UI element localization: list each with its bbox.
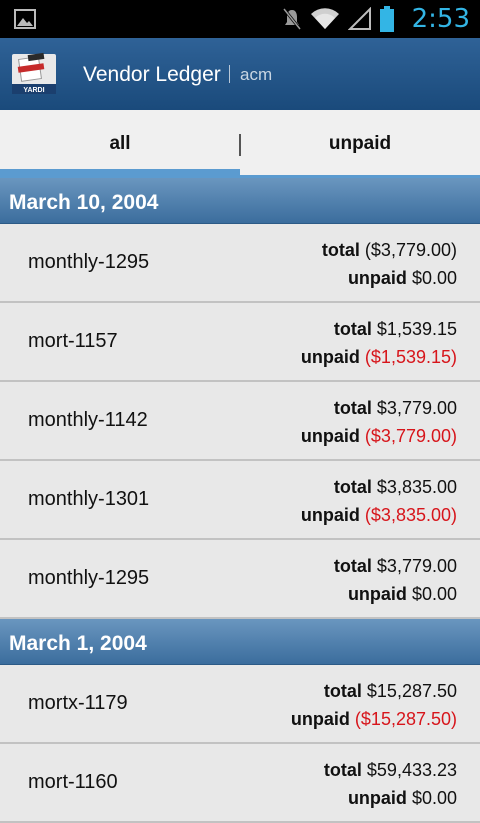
unpaid-label: unpaid: [290, 709, 350, 729]
item-name: monthly-1295: [28, 251, 150, 273]
item-amounts: total $3,835.00 unpaid ($3,835.00): [301, 473, 457, 529]
total-label: total: [323, 760, 362, 780]
total-value: ($3,779.00): [364, 240, 457, 260]
total-value: $1,539.15: [376, 319, 457, 339]
total-value: $15,287.50: [366, 681, 457, 701]
total-label: total: [333, 319, 372, 339]
item-amounts: total $3,779.00 unpaid ($3,779.00): [301, 394, 457, 450]
list-item[interactable]: mort-1160 total $59,433.23 unpaid $0.00: [0, 744, 480, 823]
unpaid-value: ($3,779.00): [364, 426, 457, 446]
unpaid-label: unpaid: [300, 505, 360, 525]
section-header: March 10, 2004: [0, 178, 480, 224]
total-value: $3,779.00: [376, 398, 457, 418]
unpaid-label: unpaid: [347, 788, 407, 808]
list-item[interactable]: mortx-1179 total $15,287.50 unpaid ($15,…: [0, 665, 480, 744]
tab-bar: all unpaid: [0, 110, 480, 178]
unpaid-value: $0.00: [411, 788, 457, 808]
unpaid-value: ($3,835.00): [364, 505, 457, 525]
signal-icon: [348, 7, 371, 30]
item-amounts: total $15,287.50 unpaid ($15,287.50): [291, 677, 457, 733]
tab-indicator-selected: [0, 169, 240, 178]
title-separator: [229, 65, 230, 83]
status-bar: 2:53: [0, 0, 480, 38]
list-item[interactable]: mort-1157 total $1,539.15 unpaid ($1,539…: [0, 303, 480, 382]
total-label: total: [321, 240, 360, 260]
list-item[interactable]: monthly-1295 total $3,779.00 unpaid $0.0…: [0, 540, 480, 619]
total-value: $3,779.00: [376, 556, 457, 576]
item-amounts: total ($3,779.00) unpaid $0.00: [322, 236, 457, 292]
item-name: mortx-1179: [28, 692, 128, 714]
total-label: total: [323, 681, 362, 701]
item-amounts: total $59,433.23 unpaid $0.00: [324, 756, 457, 812]
app-title: Vendor Ledger: [83, 63, 221, 86]
item-amounts: total $1,539.15 unpaid ($1,539.15): [301, 315, 457, 371]
unpaid-label: unpaid: [300, 347, 360, 367]
item-name: monthly-1295: [28, 567, 150, 589]
section-header: March 1, 2004: [0, 619, 480, 665]
wifi-icon: [311, 8, 339, 30]
gallery-icon: [14, 9, 36, 29]
list-item[interactable]: monthly-1295 total ($3,779.00) unpaid $0…: [0, 224, 480, 303]
total-value: $59,433.23: [366, 760, 457, 780]
item-name: mort-1157: [28, 330, 118, 352]
unpaid-value: ($1,539.15): [364, 347, 457, 367]
unpaid-value: $0.00: [411, 584, 457, 604]
total-value: $3,835.00: [376, 477, 457, 497]
unpaid-label: unpaid: [300, 426, 360, 446]
list-item[interactable]: monthly-1142 total $3,779.00 unpaid ($3,…: [0, 382, 480, 461]
item-name: monthly-1142: [28, 409, 148, 431]
total-label: total: [333, 398, 372, 418]
item-name: mort-1160: [28, 771, 118, 793]
svg-text:YARDI: YARDI: [23, 87, 44, 94]
tab-all[interactable]: all: [0, 110, 240, 178]
action-bar: YARDI Vendor Ledger acm: [0, 38, 480, 110]
battery-icon: [380, 6, 394, 32]
total-label: total: [333, 477, 372, 497]
total-label: total: [333, 556, 372, 576]
unpaid-value: $0.00: [411, 268, 457, 288]
unpaid-label: unpaid: [347, 584, 407, 604]
app-logo-icon[interactable]: YARDI: [10, 50, 58, 98]
item-name: monthly-1301: [28, 488, 150, 510]
unpaid-label: unpaid: [347, 268, 407, 288]
tab-unpaid[interactable]: unpaid: [240, 110, 480, 178]
unpaid-value: ($15,287.50): [354, 709, 457, 729]
app-subtitle: acm: [240, 65, 273, 84]
item-amounts: total $3,779.00 unpaid $0.00: [334, 552, 457, 608]
ledger-list: March 10, 2004 monthly-1295 total ($3,77…: [0, 178, 480, 823]
mute-icon: [282, 8, 302, 30]
clock: 2:53: [411, 4, 470, 34]
tab-divider: [239, 134, 241, 156]
list-item[interactable]: monthly-1301 total $3,835.00 unpaid ($3,…: [0, 461, 480, 540]
